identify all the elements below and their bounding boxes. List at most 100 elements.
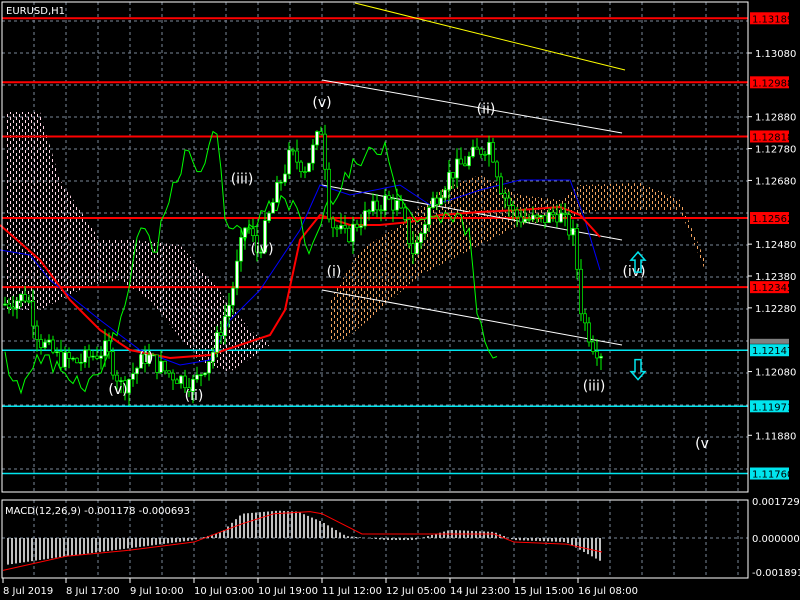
candle-body	[207, 361, 211, 374]
macd-histogram-bar	[119, 538, 121, 550]
macd-histogram-bar	[123, 538, 125, 549]
candle-body	[223, 316, 227, 336]
macd-histogram-bar	[219, 532, 221, 538]
macd-histogram-bar	[227, 526, 229, 538]
time-tick-label: 10 Jul 19:00	[258, 586, 318, 597]
price-axis: 1.13080 1.12880 1.12780 1.12680 1.12480 1.123…	[748, 49, 800, 579]
wave-label: (ii)	[185, 388, 204, 404]
candle-body	[327, 168, 331, 220]
macd-histogram-bar	[303, 514, 305, 538]
trendline-white-upper[interactable]	[321, 79, 623, 134]
arrow-down-icon	[629, 358, 647, 381]
candle-body	[359, 225, 363, 228]
macd-histogram-bar	[399, 538, 401, 541]
macd-histogram-bar	[307, 515, 309, 538]
candle-body	[483, 153, 487, 156]
macd-histogram-bar	[155, 538, 157, 545]
price-chart[interactable]: 1.13189 1.12988 1.12818 1.12562 1.12345 1.121…	[0, 0, 800, 600]
macd-histogram-bar	[527, 538, 529, 541]
candle-body	[599, 356, 603, 359]
macd-histogram-bar	[195, 538, 197, 540]
macd-histogram-bar	[59, 538, 61, 558]
macd-tick-label: -0.001891	[752, 568, 800, 579]
macd-histogram-bar	[131, 538, 133, 548]
macd-histogram-bar	[323, 522, 325, 538]
macd-histogram-bar	[151, 538, 153, 546]
macd-histogram-bar	[571, 538, 573, 546]
macd-histogram-bar	[11, 538, 13, 565]
price-tick-label: 1.12780	[755, 145, 796, 156]
candle-body	[587, 322, 591, 343]
price-tick-label: 1.13080	[755, 49, 796, 60]
candle-body	[491, 142, 495, 163]
macd-histogram-bar	[299, 512, 301, 538]
candle-body	[159, 360, 163, 373]
level-price-label: 1.12345	[752, 283, 793, 294]
candle-body	[79, 361, 83, 364]
macd-histogram-bar	[231, 522, 233, 538]
macd-histogram-bar	[391, 538, 393, 541]
candle-body	[195, 374, 199, 380]
candle-body	[443, 189, 447, 199]
macd-histogram-bar	[63, 538, 65, 557]
candle-body	[167, 370, 171, 374]
candle-body	[279, 181, 283, 184]
macd-histogram-bar	[7, 538, 9, 565]
candle-body	[83, 349, 87, 363]
candle-body	[559, 212, 563, 223]
macd-histogram-bar	[423, 537, 425, 538]
candle-body	[463, 163, 467, 167]
time-tick-label: 16 Jul 08:00	[578, 586, 638, 597]
time-tick-label: 8 Jul 2019	[3, 586, 53, 597]
candle-body	[471, 146, 475, 157]
wave-label: (iii)	[231, 172, 254, 188]
candle-body	[87, 349, 91, 358]
macd-histogram-bar	[175, 538, 177, 543]
price-tick-label: 1.12080	[755, 368, 796, 379]
candle-body	[95, 355, 99, 359]
candle-body	[91, 355, 95, 358]
time-tick-label: 15 Jul 15:00	[514, 586, 574, 597]
macd-histogram-bar	[359, 537, 361, 538]
candle-body	[507, 197, 511, 206]
time-tick-label: 14 Jul 23:00	[450, 586, 510, 597]
trendline-yellow[interactable]	[354, 2, 626, 71]
macd-histogram-bar	[291, 511, 293, 538]
candle-body	[71, 357, 75, 360]
macd-histogram-bar	[487, 531, 489, 538]
macd-histogram-bar	[103, 538, 105, 552]
macd-histogram-bar	[327, 525, 329, 538]
candle-body	[475, 146, 479, 150]
macd-histogram-bar	[567, 538, 569, 544]
candle-body	[515, 209, 519, 218]
price-tick-label: 1.12280	[755, 304, 796, 315]
candle-body	[459, 158, 463, 165]
macd-histogram-bar	[75, 538, 77, 555]
level-price-label: 1.11760	[752, 470, 793, 481]
macd-histogram-bar	[555, 538, 557, 542]
macd-histogram-bar	[539, 538, 541, 542]
time-tick-label: 12 Jul 05:00	[386, 586, 446, 597]
candle-body	[287, 149, 291, 175]
price-tick-label: 1.12680	[755, 176, 796, 187]
candle-body	[243, 227, 247, 238]
wave-label: (v	[695, 436, 709, 452]
candle-body	[435, 197, 439, 205]
candle-body	[411, 243, 415, 254]
macd-histogram-bar	[551, 538, 553, 542]
candle-body	[355, 223, 359, 228]
level-price-label: 1.13189	[752, 14, 793, 25]
candle-body	[163, 360, 167, 372]
macd-histogram-bar	[39, 538, 41, 560]
wave-label: (v)	[108, 382, 127, 398]
candle-body	[391, 198, 395, 211]
macd-histogram-bar	[559, 538, 561, 542]
candle-body	[15, 300, 19, 310]
macd-histogram-bar	[311, 517, 313, 538]
candle-body	[63, 352, 67, 368]
macd-histogram-bar	[259, 512, 261, 538]
candle-body	[319, 131, 323, 135]
macd-histogram-bar	[251, 512, 253, 538]
candle-body	[291, 149, 295, 152]
candle-body	[75, 357, 79, 364]
